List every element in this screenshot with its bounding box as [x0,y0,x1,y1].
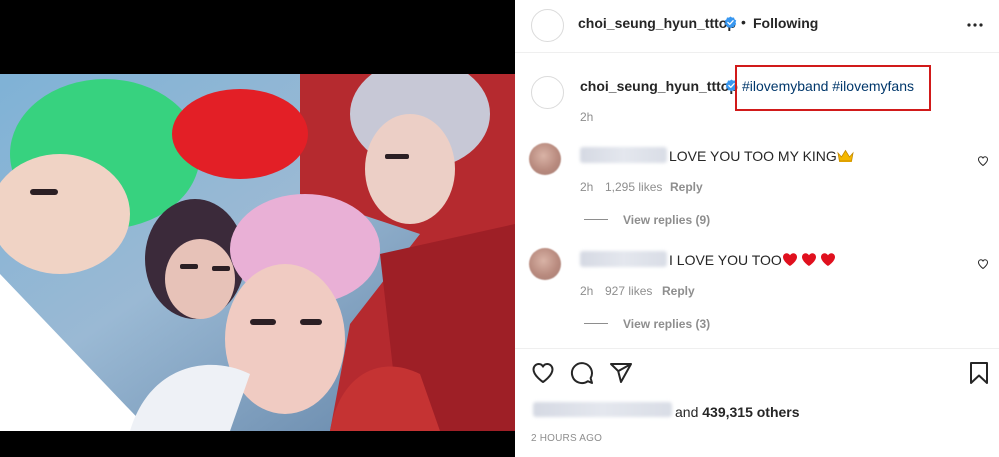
post-media[interactable] [0,0,515,457]
red-hearts-emoji-icon [782,253,835,266]
likes-count[interactable]: 439,315 others [702,404,799,420]
comment-reply-button[interactable]: Reply [662,284,695,298]
share-icon[interactable] [609,361,633,385]
crown-emoji-icon [837,149,854,162]
post-side-panel: choi_seung_hyun_tttop • Following choi_s… [515,0,999,457]
comment-body: LOVE YOU TOO MY KING [669,148,837,164]
hashtag-highlight-box [735,65,931,111]
reply-label[interactable]: Reply [670,180,703,194]
photo-artwork [0,74,515,431]
commenter-avatar[interactable] [529,248,561,280]
post-timestamp[interactable]: 2 HOURS AGO [531,433,602,444]
caption-author-avatar[interactable] [531,76,564,109]
reply-label[interactable]: Reply [662,284,695,298]
commenter-username-blurred[interactable] [580,147,667,163]
comment-likes[interactable]: 1,295 likes [605,180,662,194]
author-avatar[interactable] [531,9,564,42]
comment-icon[interactable] [570,361,594,385]
author-username[interactable]: choi_seung_hyun_tttop [578,15,736,31]
comment-body: I LOVE YOU TOO [669,252,782,268]
bookmark-icon[interactable] [967,361,991,385]
reply-divider [584,323,608,324]
reply-divider [584,219,608,220]
verified-badge-icon [724,16,737,29]
header-separator: • [741,14,746,30]
comment-time[interactable]: 2h [580,180,593,194]
comment-likes[interactable]: 927 likes [605,284,652,298]
comment-like-heart-icon[interactable] [977,155,989,167]
commenter-username-blurred[interactable] [580,251,667,267]
view-replies-button[interactable]: View replies (3) [623,317,710,331]
comment-text: I LOVE YOU TOO [669,252,836,268]
likes-and-text: and [675,404,699,420]
instagram-post: choi_seung_hyun_tttop • Following choi_s… [0,0,999,457]
caption-time[interactable]: 2h [580,110,593,124]
comment-like-heart-icon[interactable] [977,258,989,270]
post-photo [0,74,515,431]
caption-author-username[interactable]: choi_seung_hyun_tttop [580,78,738,94]
post-header: choi_seung_hyun_tttop • Following [515,0,999,53]
commenter-avatar[interactable] [529,143,561,175]
comment-time[interactable]: 2h [580,284,593,298]
comment-text: LOVE YOU TOO MY KING [669,148,854,164]
more-options-icon[interactable] [966,16,984,34]
heart-icon[interactable] [531,361,555,385]
following-button[interactable]: Following [753,15,818,31]
actions-divider [515,348,999,349]
view-replies-button[interactable]: View replies (9) [623,213,710,227]
likes-summary[interactable]: and 439,315 others [675,404,800,420]
liked-by-username-blurred[interactable] [533,402,672,417]
comment-reply-button[interactable]: Reply [670,180,703,194]
